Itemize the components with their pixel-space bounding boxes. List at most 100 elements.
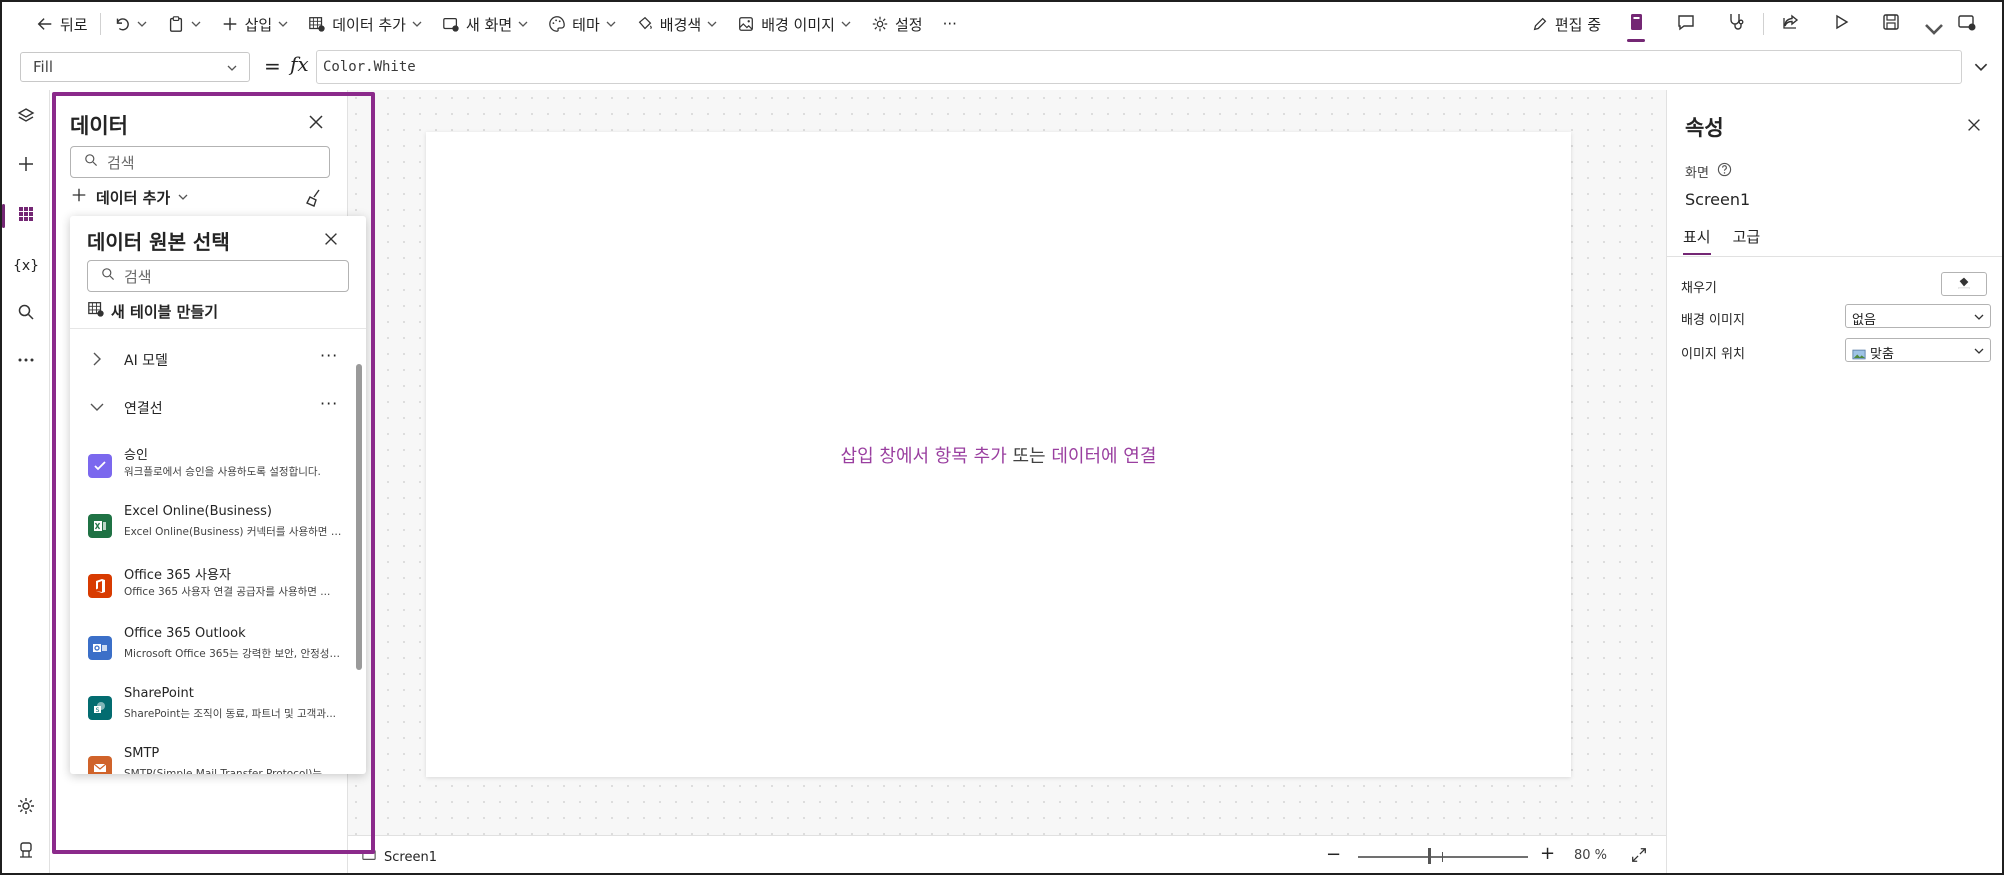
group-ai-models[interactable]: AI 모델 ···	[70, 344, 350, 374]
close-icon[interactable]	[306, 112, 326, 132]
close-icon[interactable]	[322, 230, 340, 252]
property-value: Fill	[33, 58, 54, 76]
connector-description: SharePoint는 조직이 동료, 파트너 및 고객과...	[124, 708, 336, 720]
insert-label: 삽입	[244, 15, 273, 34]
save-icon	[1881, 12, 1901, 36]
connector-name: Office 365 사용자	[124, 568, 231, 583]
connect-data-link[interactable]: 데이터에 연결	[1051, 446, 1156, 467]
hint-conjunction: 또는	[1006, 445, 1052, 467]
add-data-button[interactable]: 데이터 추가	[298, 2, 432, 46]
rail-insert[interactable]	[2, 146, 50, 186]
chevron-down-icon	[1974, 312, 1984, 322]
new-screen-label: 새 화면	[466, 15, 513, 34]
group-more-button[interactable]: ···	[320, 394, 338, 413]
paste-button[interactable]	[157, 2, 211, 46]
clipboard-icon	[167, 15, 185, 33]
stethoscope-icon	[1726, 12, 1746, 36]
tab-advanced[interactable]: 고급	[1733, 226, 1761, 255]
divider	[70, 328, 366, 329]
data-search-input[interactable]: 검색	[70, 146, 330, 178]
screen-selector[interactable]: Screen1	[362, 848, 437, 866]
rail-virtual-agent[interactable]	[2, 832, 50, 872]
app-checker-button[interactable]	[1711, 2, 1761, 46]
control-type-label: 화면	[1685, 166, 1709, 181]
save-options-button[interactable]	[1916, 2, 1943, 46]
new-screen-button[interactable]: 새 화면	[432, 2, 538, 46]
zoom-in-button[interactable]: +	[1540, 843, 1555, 864]
undo-icon	[113, 15, 131, 33]
properties-tabs: 표시 고급	[1683, 226, 1760, 255]
rail-variables[interactable]: {x}	[2, 246, 50, 286]
chevron-down-icon	[90, 400, 104, 418]
connector-item[interactable]: 승인 워크플로에서 승인을 사용하도록 설정합니다.	[70, 444, 348, 500]
settings-button[interactable]: 설정	[861, 2, 933, 46]
formula-bar: Fill = fx Color.White	[2, 46, 2002, 88]
undo-button[interactable]	[103, 2, 157, 46]
screen-canvas[interactable]: 삽입 창에서 항목 추가 또는 데이터에 연결	[426, 132, 1571, 777]
add-data-button[interactable]: 데이터 추가	[70, 186, 188, 208]
left-rail: {x}	[2, 90, 50, 873]
property-dropdown[interactable]: Fill	[20, 52, 250, 82]
office-icon	[88, 574, 112, 598]
properties-title: 속성	[1685, 116, 1724, 140]
more-commands-button[interactable]: ···	[933, 2, 967, 46]
fill-color-picker[interactable]	[1941, 272, 1987, 296]
background-color-button[interactable]: 배경색	[626, 2, 727, 46]
rail-search[interactable]	[2, 294, 50, 334]
notebook-button[interactable]	[1611, 2, 1661, 46]
preview-button[interactable]	[1816, 2, 1866, 46]
chevron-down-icon	[1924, 19, 1943, 35]
chevron-down-icon[interactable]	[191, 19, 201, 29]
notebook-icon	[1626, 12, 1646, 36]
back-button[interactable]: 뒤로	[26, 2, 98, 46]
plus-icon	[70, 186, 88, 208]
group-more-button[interactable]: ···	[320, 346, 338, 365]
connector-item[interactable]: Office 365 Outlook Microsoft Office 365는 …	[70, 626, 348, 682]
excel-icon	[88, 514, 112, 538]
save-button[interactable]	[1866, 2, 1916, 46]
flyout-search-input[interactable]: 검색	[87, 260, 349, 292]
control-type: 화면	[1685, 162, 1732, 181]
connector-item[interactable]: SMTP SMTP(Simple Mail Transfer Protocol)는…	[70, 746, 348, 774]
approvals-icon	[88, 454, 112, 478]
theme-button[interactable]: 테마	[538, 2, 626, 46]
tab-display[interactable]: 표시	[1683, 226, 1711, 255]
comments-button[interactable]	[1661, 2, 1711, 46]
equals-sign: =	[264, 54, 281, 78]
rail-settings[interactable]	[2, 788, 50, 828]
pencil-icon	[1531, 15, 1549, 33]
group-connectors[interactable]: 연결선 ···	[70, 392, 350, 422]
connector-item[interactable]: Office 365 사용자 Office 365 사용자 연결 공급자를 사용하…	[70, 564, 348, 620]
zoom-slider-tick	[1442, 852, 1443, 862]
zoom-slider[interactable]	[1358, 856, 1528, 858]
editing-mode-button[interactable]: 편집 중	[1521, 2, 1611, 46]
fit-to-window-icon[interactable]	[1630, 846, 1648, 868]
image-position-dropdown[interactable]: 맞춤	[1845, 338, 1991, 362]
rail-data[interactable]	[2, 196, 50, 236]
zoom-slider-thumb[interactable]	[1428, 848, 1431, 864]
close-icon[interactable]	[1965, 116, 1983, 138]
more-label: ···	[942, 15, 957, 33]
broom-icon[interactable]	[304, 188, 324, 212]
formula-input[interactable]: Color.White	[316, 50, 1962, 84]
new-screen-icon	[442, 15, 460, 33]
help-icon[interactable]	[1717, 162, 1732, 181]
connector-item[interactable]: Excel Online(Business) Excel Online(Busin…	[70, 504, 348, 560]
layers-icon	[16, 106, 36, 130]
insert-pane-link[interactable]: 삽입 창에서 항목 추가	[841, 446, 1007, 467]
background-image-dropdown[interactable]: 없음	[1845, 304, 1991, 328]
new-table-button[interactable]: 새 테이블 만들기	[87, 300, 218, 322]
expand-formula-icon[interactable]	[1974, 60, 1988, 74]
flyout-scrollbar[interactable]	[356, 364, 362, 670]
chevron-down-icon	[178, 192, 188, 202]
publish-button[interactable]	[1942, 2, 1992, 46]
insert-button[interactable]: 삽입	[211, 2, 299, 46]
rail-more[interactable]	[2, 342, 50, 382]
background-image-button[interactable]: 배경 이미지	[727, 2, 861, 46]
share-button[interactable]	[1766, 2, 1816, 46]
zoom-out-button[interactable]: −	[1326, 844, 1341, 865]
background-image-row: 배경 이미지 없음	[1681, 304, 1991, 330]
connector-item[interactable]: S SharePoint SharePoint는 조직이 동료, 파트너 및 고객과…	[70, 686, 348, 742]
rail-tree-view[interactable]	[2, 98, 50, 138]
chevron-down-icon[interactable]	[137, 19, 147, 29]
